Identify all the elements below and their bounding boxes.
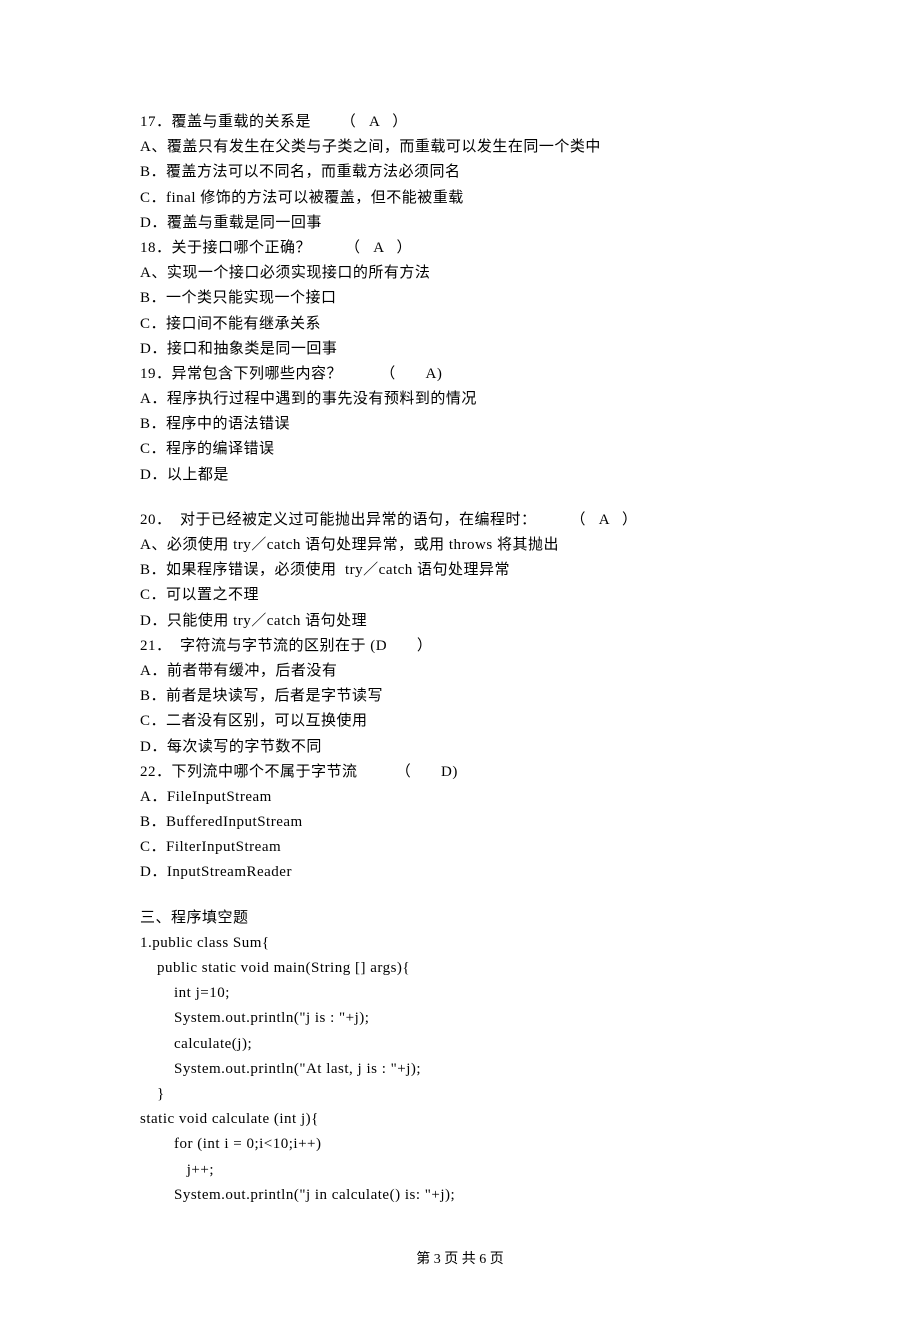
text-line: A、覆盖只有发生在父类与子类之间，而重载可以发生在同一个类中 <box>140 135 780 160</box>
text-line: D．InputStreamReader <box>140 860 780 885</box>
text-line: A．程序执行过程中遇到的事先没有预料到的情况 <box>140 387 780 412</box>
text-line: D．覆盖与重载是同一回事 <box>140 211 780 236</box>
text-line: for (int i = 0;i<10;i++) <box>140 1132 780 1157</box>
text-line: D．以上都是 <box>140 463 780 488</box>
text-line: D．接口和抽象类是同一回事 <box>140 337 780 362</box>
text-line: B．BufferedInputStream <box>140 810 780 835</box>
text-line: 1.public class Sum{ <box>140 931 780 956</box>
text-line: static void calculate (int j){ <box>140 1107 780 1132</box>
text-line: public static void main(String [] args){ <box>140 956 780 981</box>
text-line: D．每次读写的字节数不同 <box>140 735 780 760</box>
text-line: C．FilterInputStream <box>140 835 780 860</box>
text-line: j++; <box>140 1158 780 1183</box>
text-line: D．只能使用 try／catch 语句处理 <box>140 609 780 634</box>
text-line: A、必须使用 try／catch 语句处理异常，或用 throws 将其抛出 <box>140 533 780 558</box>
text-line: int j=10; <box>140 981 780 1006</box>
text-line: C．程序的编译错误 <box>140 437 780 462</box>
text-line: B．覆盖方法可以不同名，而重载方法必须同名 <box>140 160 780 185</box>
text-line: 20． 对于已经被定义过可能抛出异常的语句，在编程时： （ A ） <box>140 508 780 533</box>
text-line: 22．下列流中哪个不属于字节流 （ D) <box>140 760 780 785</box>
text-line: A．FileInputStream <box>140 785 780 810</box>
text-line: C．接口间不能有继承关系 <box>140 312 780 337</box>
blank-line <box>140 886 780 906</box>
text-line: 19．异常包含下列哪些内容？ （ A) <box>140 362 780 387</box>
text-line: A、实现一个接口必须实现接口的所有方法 <box>140 261 780 286</box>
text-line: A．前者带有缓冲，后者没有 <box>140 659 780 684</box>
text-line: C．可以置之不理 <box>140 583 780 608</box>
text-line: 三、程序填空题 <box>140 906 780 931</box>
text-line: B．如果程序错误，必须使用 try／catch 语句处理异常 <box>140 558 780 583</box>
document-content: 17．覆盖与重载的关系是 （ A ）A、覆盖只有发生在父类与子类之间，而重载可以… <box>140 110 780 1208</box>
text-line: B．前者是块读写，后者是字节读写 <box>140 684 780 709</box>
text-line: calculate(j); <box>140 1032 780 1057</box>
text-line: System.out.println("j in calculate() is:… <box>140 1183 780 1208</box>
text-line: System.out.println("j is : "+j); <box>140 1006 780 1031</box>
text-line: 17．覆盖与重载的关系是 （ A ） <box>140 110 780 135</box>
text-line: 21． 字符流与字节流的区别在于 (D ） <box>140 634 780 659</box>
text-line: 18．关于接口哪个正确？ （ A ） <box>140 236 780 261</box>
page-footer: 第 3 页 共 6 页 <box>140 1248 780 1272</box>
text-line: } <box>140 1082 780 1107</box>
document-page: 17．覆盖与重载的关系是 （ A ）A、覆盖只有发生在父类与子类之间，而重载可以… <box>0 0 920 1331</box>
text-line: B．程序中的语法错误 <box>140 412 780 437</box>
text-line: C．二者没有区别，可以互换使用 <box>140 709 780 734</box>
text-line: B．一个类只能实现一个接口 <box>140 286 780 311</box>
text-line: C．final 修饰的方法可以被覆盖，但不能被重载 <box>140 186 780 211</box>
text-line: System.out.println("At last, j is : "+j)… <box>140 1057 780 1082</box>
blank-line <box>140 488 780 508</box>
